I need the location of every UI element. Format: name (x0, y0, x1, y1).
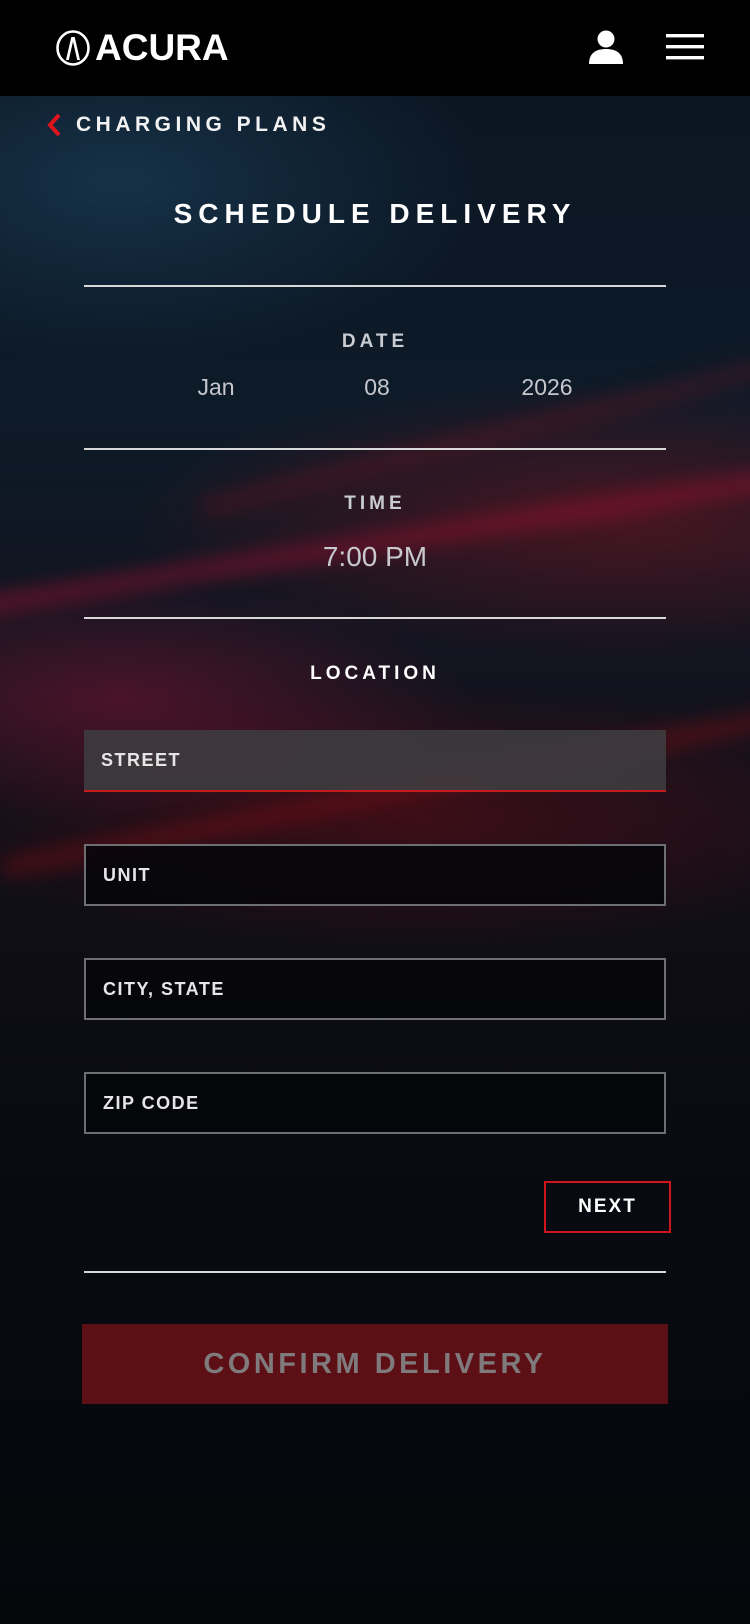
city-state-placeholder: CITY, STATE (103, 978, 225, 999)
date-day-picker[interactable]: 08 (317, 374, 437, 401)
confirm-delivery-button[interactable]: CONFIRM DELIVERY (82, 1324, 668, 1404)
location-label: LOCATION (310, 663, 440, 684)
street-placeholder: STREET (101, 749, 182, 770)
date-year-picker[interactable]: 2026 (487, 374, 607, 401)
hamburger-menu-icon[interactable] (666, 32, 704, 62)
page-title: SCHEDULE DELIVERY (173, 198, 577, 229)
street-input[interactable]: STREET (84, 730, 666, 792)
brand-name: ACURA (95, 27, 229, 68)
unit-placeholder: UNIT (103, 864, 151, 885)
top-nav-bar: ACURA (0, 0, 750, 96)
divider (84, 617, 666, 619)
next-button[interactable]: NEXT (544, 1181, 671, 1233)
zip-code-placeholder: ZIP CODE (103, 1092, 200, 1113)
divider (84, 1271, 666, 1273)
schedule-delivery-page: ACURA CHARGING PLANS SCHEDULE DELIVERY D… (0, 0, 750, 1624)
date-month-picker[interactable]: Jan (156, 374, 276, 401)
divider (84, 285, 666, 287)
time-picker[interactable]: 7:00 PM (0, 541, 750, 573)
back-link-label: CHARGING PLANS (76, 113, 331, 136)
acura-logo-icon (56, 30, 90, 66)
chevron-left-icon (47, 113, 61, 137)
city-state-input[interactable]: CITY, STATE (84, 958, 666, 1020)
user-icon[interactable] (588, 29, 624, 65)
date-label: DATE (341, 331, 409, 352)
unit-input[interactable]: UNIT (84, 844, 666, 906)
time-label: TIME (344, 493, 406, 514)
divider (84, 448, 666, 450)
zip-code-input[interactable]: ZIP CODE (84, 1072, 666, 1134)
back-to-charging-plans-link[interactable]: CHARGING PLANS (46, 113, 330, 137)
acura-logo[interactable]: ACURA (55, 27, 229, 68)
